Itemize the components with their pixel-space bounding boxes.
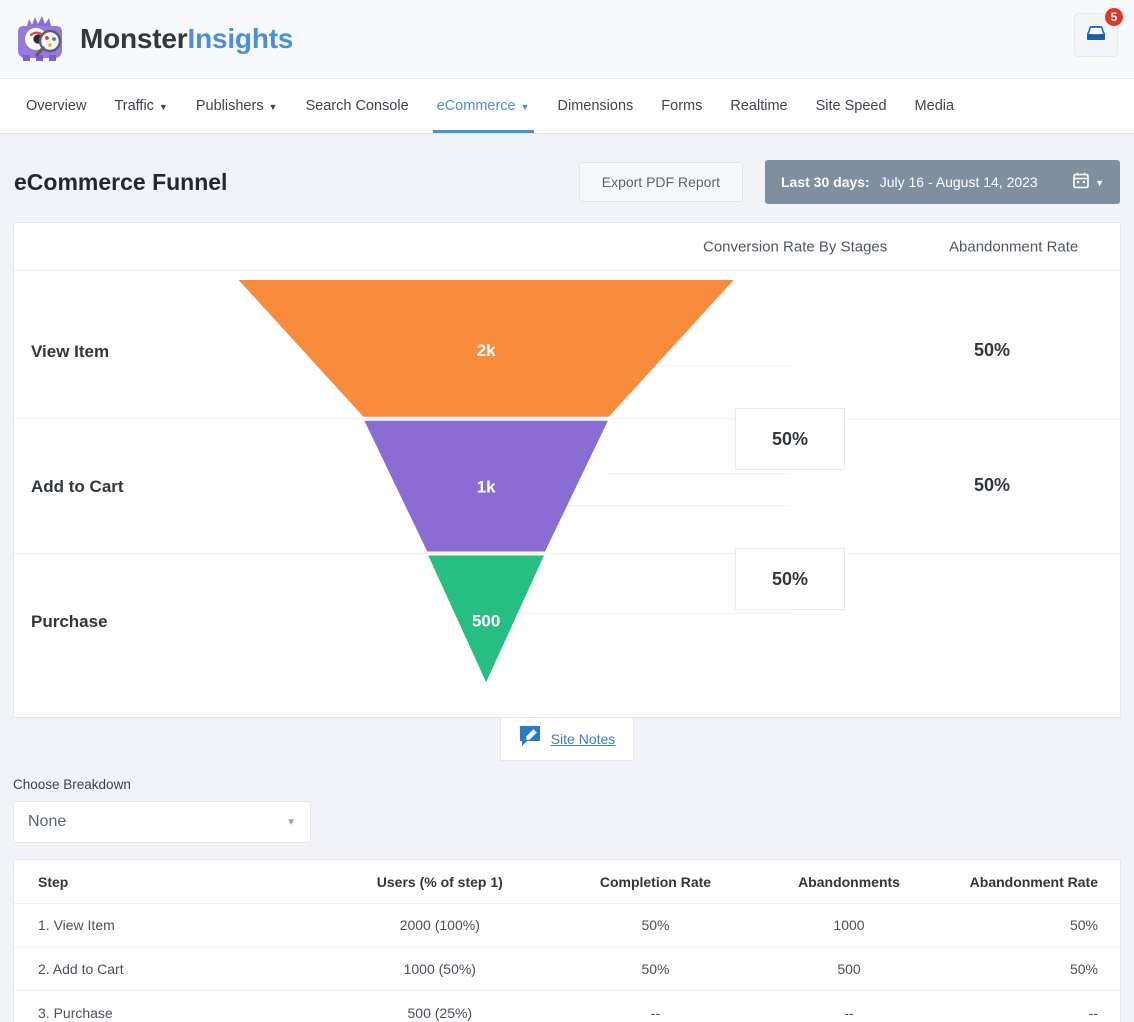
nav-label: Site Speed	[816, 98, 887, 114]
table-body: 1. View Item 2000 (100%) 50% 1000 50% 2.…	[14, 904, 1120, 1022]
cell-step: 2. Add to Cart	[14, 947, 324, 991]
main-navigation: Overview Traffic ▼ Publishers ▼ Search C…	[0, 78, 1134, 134]
funnel-column-headers: Conversion Rate By Stages Abandonment Ra…	[14, 223, 1120, 271]
export-pdf-report-button[interactable]: Export PDF Report	[579, 162, 743, 202]
table-head: Step Users (% of step 1) Completion Rate…	[14, 860, 1120, 904]
funnel-header-abandonment-rate: Abandonment Rate	[949, 238, 1078, 255]
nav-item-traffic[interactable]: Traffic ▼	[100, 79, 181, 133]
nav-item-media[interactable]: Media	[901, 79, 969, 133]
nav-label: Traffic	[114, 98, 153, 114]
date-range-prefix: Last 30 days:	[781, 174, 870, 190]
notification-count-badge: 5	[1103, 6, 1125, 28]
page-header-actions: Export PDF Report Last 30 days: July 16 …	[579, 160, 1120, 204]
svg-text:2k: 2k	[477, 341, 496, 360]
page-header-row: eCommerce Funnel Export PDF Report Last …	[0, 134, 1134, 222]
funnel-abandonment-add-to-cart: 50%	[974, 475, 1010, 496]
cell-abandonments: 1000	[755, 904, 943, 948]
funnel-chart: 2k 1k 500 View Item Add to Cart Purchase…	[14, 271, 1120, 717]
app-header: MonsterInsights 5	[0, 0, 1134, 78]
site-notes-button[interactable]: Site Notes	[500, 717, 635, 761]
nav-label: Publishers	[196, 98, 264, 114]
nav-label: Media	[915, 98, 955, 114]
brand-word-insights: Insights	[188, 23, 294, 54]
nav-item-search-console[interactable]: Search Console	[291, 79, 422, 133]
table-row: 1. View Item 2000 (100%) 50% 1000 50%	[14, 904, 1120, 948]
breakdown-label: Choose Breakdown	[13, 777, 1121, 792]
calendar-icon	[1073, 172, 1089, 192]
note-pencil-icon	[519, 725, 541, 752]
cell-users: 1000 (50%)	[324, 947, 556, 991]
date-range-value: July 16 - August 14, 2023	[880, 174, 1038, 190]
brand-wordmark: MonsterInsights	[80, 23, 293, 55]
chevron-down-icon: ▼	[159, 103, 168, 112]
funnel-steps-table: Step Users (% of step 1) Completion Rate…	[14, 860, 1120, 1022]
funnel-steps-table-card: Step Users (% of step 1) Completion Rate…	[13, 859, 1121, 1022]
notifications-wrapper: 5	[1074, 13, 1118, 57]
cell-abandonments: --	[755, 991, 943, 1022]
nav-label: Overview	[26, 98, 86, 114]
page-title: eCommerce Funnel	[14, 169, 227, 196]
nav-item-dimensions[interactable]: Dimensions	[544, 79, 648, 133]
nav-item-realtime[interactable]: Realtime	[716, 79, 801, 133]
column-header-abandonment-rate: Abandonment Rate	[943, 860, 1120, 904]
cell-abandonment-rate: 50%	[943, 947, 1120, 991]
funnel-conversion-box-1: 50%	[735, 408, 845, 470]
site-notes-link[interactable]: Site Notes	[551, 731, 616, 747]
cell-completion-rate: 50%	[556, 904, 755, 948]
cell-users: 2000 (100%)	[324, 904, 556, 948]
column-header-abandonments: Abandonments	[755, 860, 943, 904]
cell-abandonment-rate: 50%	[943, 904, 1120, 948]
cell-step: 1. View Item	[14, 904, 324, 948]
chevron-down-icon: ▼	[269, 103, 278, 112]
nav-label: Realtime	[730, 98, 787, 114]
funnel-card: Conversion Rate By Stages Abandonment Ra…	[13, 222, 1121, 718]
brand-logo[interactable]: MonsterInsights	[14, 13, 293, 65]
funnel-graphic: 2k 1k 500	[14, 271, 1120, 716]
column-header-step: Step	[14, 860, 324, 904]
cell-users: 500 (25%)	[324, 991, 556, 1022]
table-row: 2. Add to Cart 1000 (50%) 50% 500 50%	[14, 947, 1120, 991]
nav-item-ecommerce[interactable]: eCommerce ▼	[423, 79, 544, 133]
funnel-stage-label-add-to-cart: Add to Cart	[31, 477, 124, 497]
funnel-header-conversion-rate: Conversion Rate By Stages	[703, 238, 887, 255]
table-row: 3. Purchase 500 (25%) -- -- --	[14, 991, 1120, 1022]
cell-completion-rate: --	[556, 991, 755, 1022]
nav-item-forms[interactable]: Forms	[647, 79, 716, 133]
nav-label: Forms	[661, 98, 702, 114]
svg-text:1k: 1k	[477, 478, 496, 497]
nav-label: eCommerce	[437, 98, 516, 114]
nav-label: Search Console	[305, 98, 408, 114]
funnel-abandonment-view-item: 50%	[974, 340, 1010, 361]
svg-text:500: 500	[472, 611, 500, 630]
breakdown-section: Choose Breakdown None ▼	[0, 761, 1134, 843]
cell-abandonment-rate: --	[943, 991, 1120, 1022]
table-header-row: Step Users (% of step 1) Completion Rate…	[14, 860, 1120, 904]
monster-magnifier-logo-icon	[14, 13, 66, 65]
chevron-down-icon: ▼	[286, 817, 296, 828]
nav-label: Dimensions	[558, 98, 634, 114]
breakdown-selected-value: None	[28, 813, 66, 831]
inbox-tray-icon	[1084, 21, 1108, 50]
column-header-completion-rate: Completion Rate	[556, 860, 755, 904]
date-range-selector[interactable]: Last 30 days: July 16 - August 14, 2023 …	[765, 160, 1120, 204]
column-header-users: Users (% of step 1)	[324, 860, 556, 904]
nav-item-overview[interactable]: Overview	[12, 79, 100, 133]
funnel-stage-label-purchase: Purchase	[31, 612, 108, 632]
brand-word-monster: Monster	[80, 23, 188, 54]
cell-completion-rate: 50%	[556, 947, 755, 991]
chevron-down-icon: ▼	[521, 103, 530, 112]
nav-item-site-speed[interactable]: Site Speed	[802, 79, 901, 133]
breakdown-select[interactable]: None ▼	[13, 801, 311, 843]
chevron-down-icon: ▼	[1095, 179, 1104, 188]
funnel-stage-label-view-item: View Item	[31, 342, 109, 362]
cell-abandonments: 500	[755, 947, 943, 991]
nav-item-publishers[interactable]: Publishers ▼	[182, 79, 292, 133]
site-notes-row: Site Notes	[0, 717, 1134, 761]
funnel-conversion-box-2: 50%	[735, 548, 845, 610]
cell-step: 3. Purchase	[14, 991, 324, 1022]
